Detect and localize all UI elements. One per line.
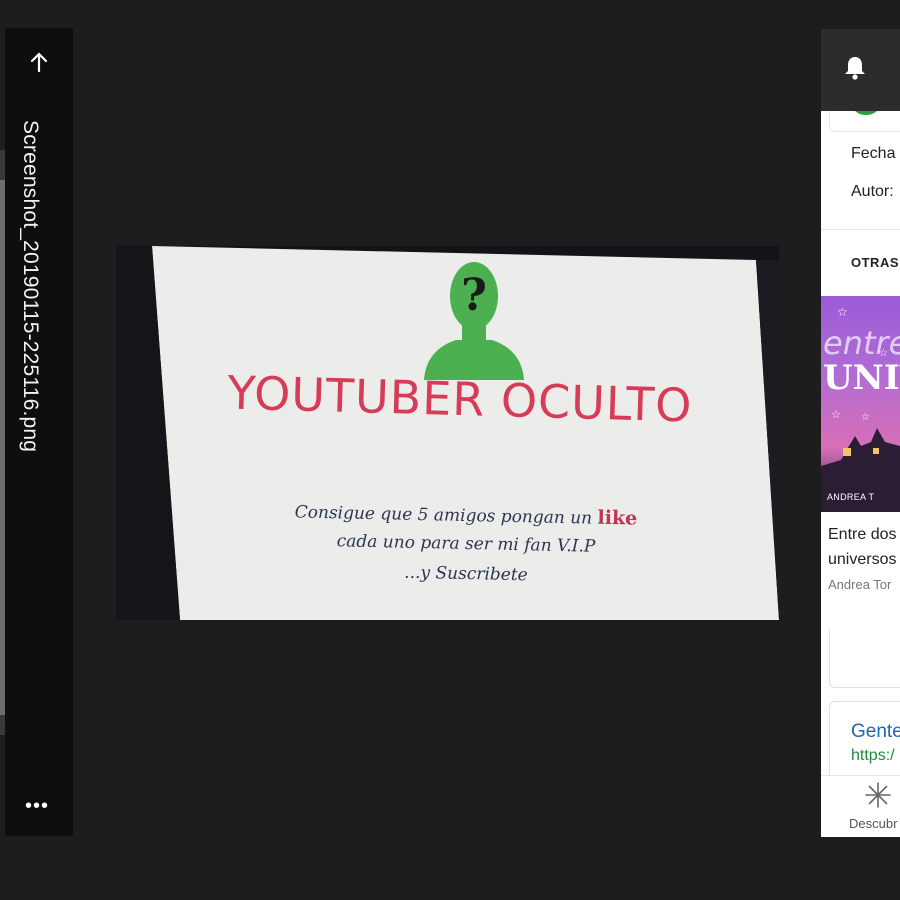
book-card-footer [829,629,900,688]
question-mark: ? [461,270,487,321]
divider [821,229,900,230]
book-cover-word-1: entre [823,324,900,362]
nav-descubrir-label[interactable]: Descubr [849,816,897,831]
viewer-sidebar: Screenshot_20190115-225116.png ••• [5,28,73,836]
book-cover-word-2: UNIVER [823,358,900,398]
more-options-icon[interactable]: ••• [25,796,49,816]
book-author: Andrea Tor [828,577,892,592]
link-title[interactable]: Gente [851,721,900,743]
star-icon: ☆ [861,412,870,423]
book-cover-author: ANDREA T [827,492,875,502]
phone-header [821,29,900,111]
card-edge [829,111,900,132]
phone-app-panel: Fecha Autor: OTRAS ☆ ☆ ☆ ☆ entre UNIVER … [821,29,900,837]
autor-label: Autor: [851,183,894,200]
book-title-line-1[interactable]: Entre dos [828,526,896,544]
discover-icon[interactable] [865,782,891,808]
photo-preview: ? YOUTUBER OCULTO Consigue que 5 amigos … [116,246,779,620]
file-name-label: Screenshot_20190115-225116.png [19,120,42,453]
star-icon: ☆ [837,305,848,319]
book-cover[interactable]: ☆ ☆ ☆ ☆ entre UNIVER ANDREA T [821,296,900,512]
link-url[interactable]: https:/ [851,747,895,765]
book-title-line-2[interactable]: universos [828,551,896,569]
like-word: like [597,506,638,530]
star-icon: ☆ [831,409,841,421]
otras-heading: OTRAS [851,255,899,270]
bell-icon[interactable] [843,55,867,81]
back-arrow-icon[interactable] [27,50,51,74]
hidden-person-icon: ? [424,262,524,380]
fecha-label: Fecha [851,145,896,162]
bottom-nav: Descubr [821,775,900,837]
